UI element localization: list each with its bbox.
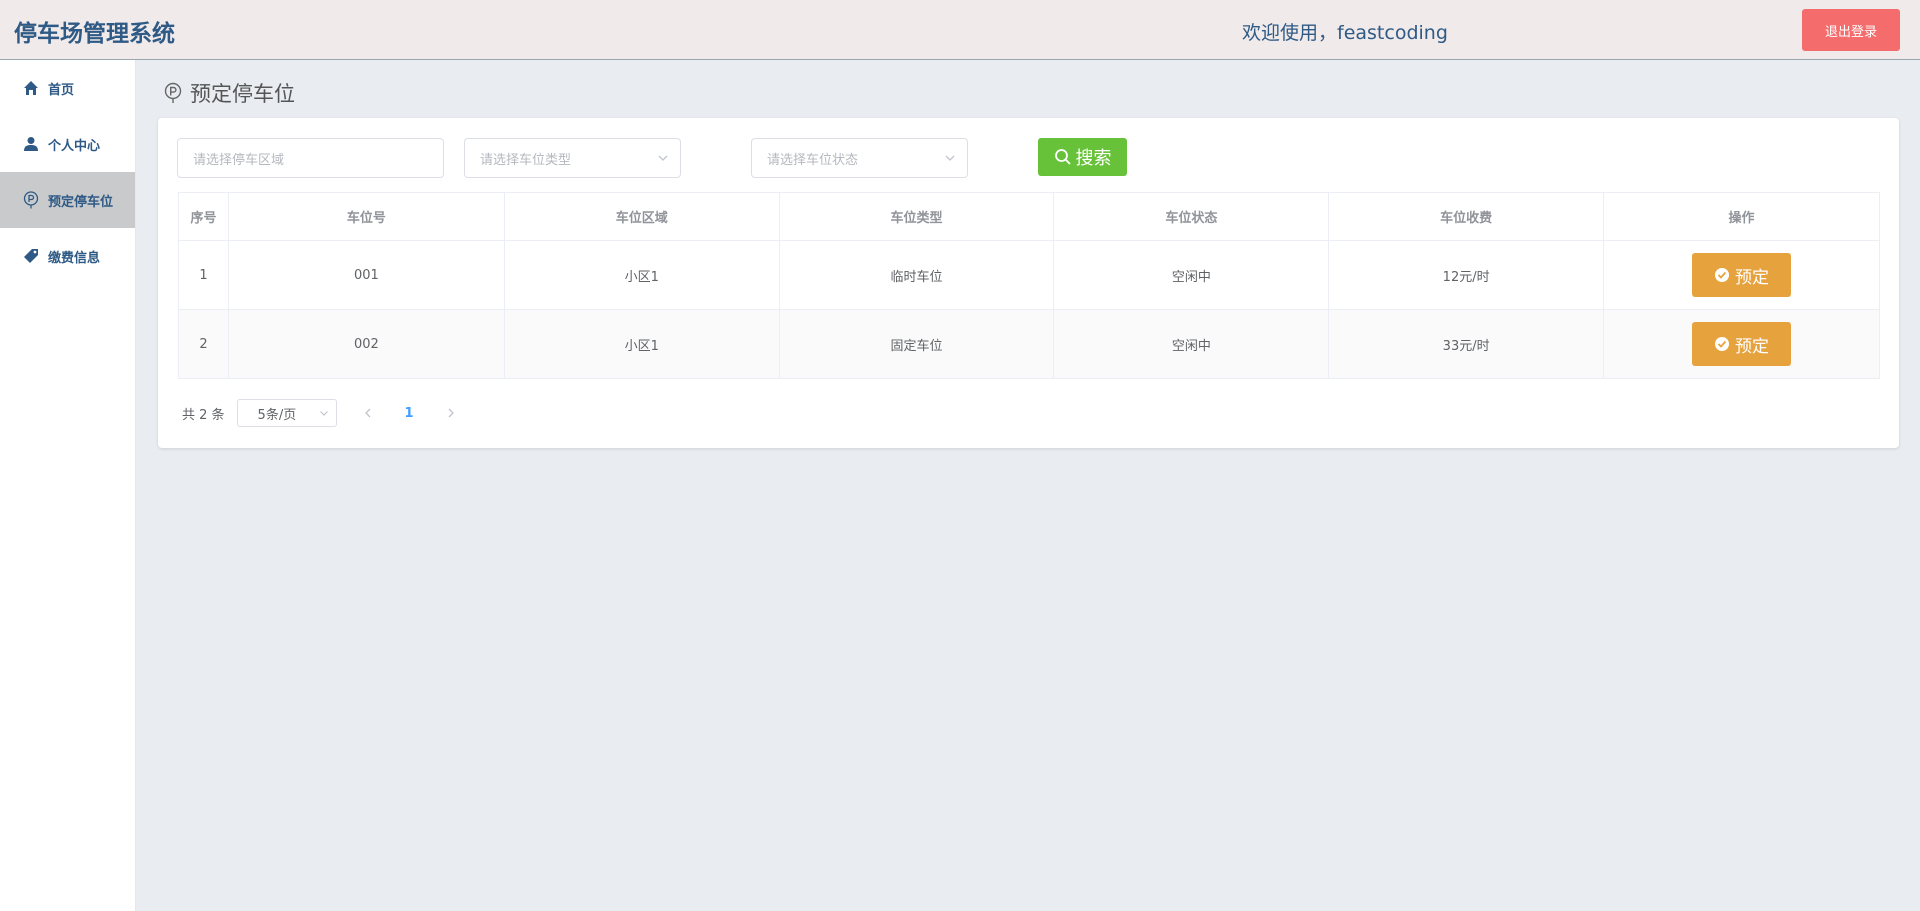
cell-fee: 33元/时 [1328,309,1605,379]
sidebar-item-payment[interactable]: 缴费信息 [0,228,135,284]
chevron-down-icon [318,407,330,419]
area-input[interactable]: 请选择停车区域 [177,138,444,178]
parking-table: 序号 车位号 车位区域 车位类型 车位状态 车位收费 操作 1 001 小区1 … [178,192,1880,379]
sidebar-item-label: 首页 [48,82,75,98]
top-header: 停车场管理系统 欢迎使用，feastcoding 退出登录 [0,0,1920,60]
home-icon [22,79,40,97]
cell-type: 临时车位 [778,240,1055,310]
header-index: 序号 [178,192,229,241]
cell-action: 预定 [1603,240,1880,310]
page-heading: 预定停车位 [162,78,295,108]
cell-status: 空闲中 [1053,240,1330,310]
page-title: 预定停车位 [190,82,295,106]
cell-type: 固定车位 [778,309,1055,379]
pagination: 共 2 条 5条/页 1 [182,399,458,427]
logout-button[interactable]: 退出登录 [1802,9,1900,51]
search-icon [1054,148,1072,166]
user-icon [22,135,40,153]
area-placeholder: 请选择停车区域 [193,152,285,168]
prev-page-icon[interactable] [361,406,375,420]
search-label: 搜索 [1075,148,1112,169]
header-area: 车位区域 [503,192,780,241]
check-circle-icon [1714,336,1730,352]
cell-action: 预定 [1603,309,1880,379]
sidebar-item-label: 缴费信息 [48,250,101,266]
book-label: 预定 [1735,336,1770,357]
sidebar-item-label: 个人中心 [48,138,101,154]
cell-number: 001 [227,240,505,310]
chevron-down-icon [656,151,670,165]
sidebar-item-book-parking[interactable]: 预定停车位 [0,172,135,228]
table-row: 2 002 小区1 固定车位 空闲中 33元/时 预定 [178,309,1880,379]
table-header-row: 序号 车位号 车位区域 车位类型 车位状态 车位收费 操作 [178,192,1880,241]
chevron-down-icon [943,151,957,165]
cell-area: 小区1 [503,309,780,379]
pagination-total: 共 2 条 [182,407,225,423]
cell-status: 空闲中 [1053,309,1330,379]
header-type: 车位类型 [778,192,1055,241]
app-title: 停车场管理系统 [14,21,175,47]
sidebar-item-home[interactable]: 首页 [0,60,135,116]
header-number: 车位号 [227,192,505,241]
page-size-value: 5条/页 [257,407,297,423]
header-status: 车位状态 [1053,192,1330,241]
page-number[interactable]: 1 [405,406,414,421]
page-size-select[interactable]: 5条/页 [236,399,337,427]
welcome-text: 欢迎使用，feastcoding [1242,22,1448,44]
cell-index: 2 [178,309,229,379]
cell-index: 1 [178,240,229,310]
type-select[interactable]: 请选择车位类型 [464,138,681,178]
type-placeholder: 请选择车位类型 [480,152,572,168]
next-page-icon[interactable] [444,406,458,420]
parking-icon [162,82,184,104]
cell-number: 002 [227,309,505,379]
book-label: 预定 [1735,267,1770,288]
table-row: 1 001 小区1 临时车位 空闲中 12元/时 预定 [178,240,1880,310]
book-button[interactable]: 预定 [1692,253,1792,297]
check-circle-icon [1714,267,1730,283]
sidebar: 首页 个人中心 预定停车位 缴费信息 [0,60,136,911]
search-button[interactable]: 搜索 [1038,138,1127,176]
book-button[interactable]: 预定 [1692,322,1792,366]
tag-icon [22,247,40,265]
header-fee: 车位收费 [1328,192,1605,241]
cell-area: 小区1 [503,240,780,310]
sidebar-item-profile[interactable]: 个人中心 [0,116,135,172]
content-card: 请选择停车区域 请选择车位类型 请选择车位状态 搜索 序号 车位号 车位区域 车… [158,118,1899,448]
status-placeholder: 请选择车位状态 [767,152,859,168]
parking-icon [22,191,40,209]
cell-fee: 12元/时 [1328,240,1605,310]
status-select[interactable]: 请选择车位状态 [751,138,968,178]
sidebar-item-label: 预定停车位 [48,194,114,210]
header-action: 操作 [1603,192,1880,241]
